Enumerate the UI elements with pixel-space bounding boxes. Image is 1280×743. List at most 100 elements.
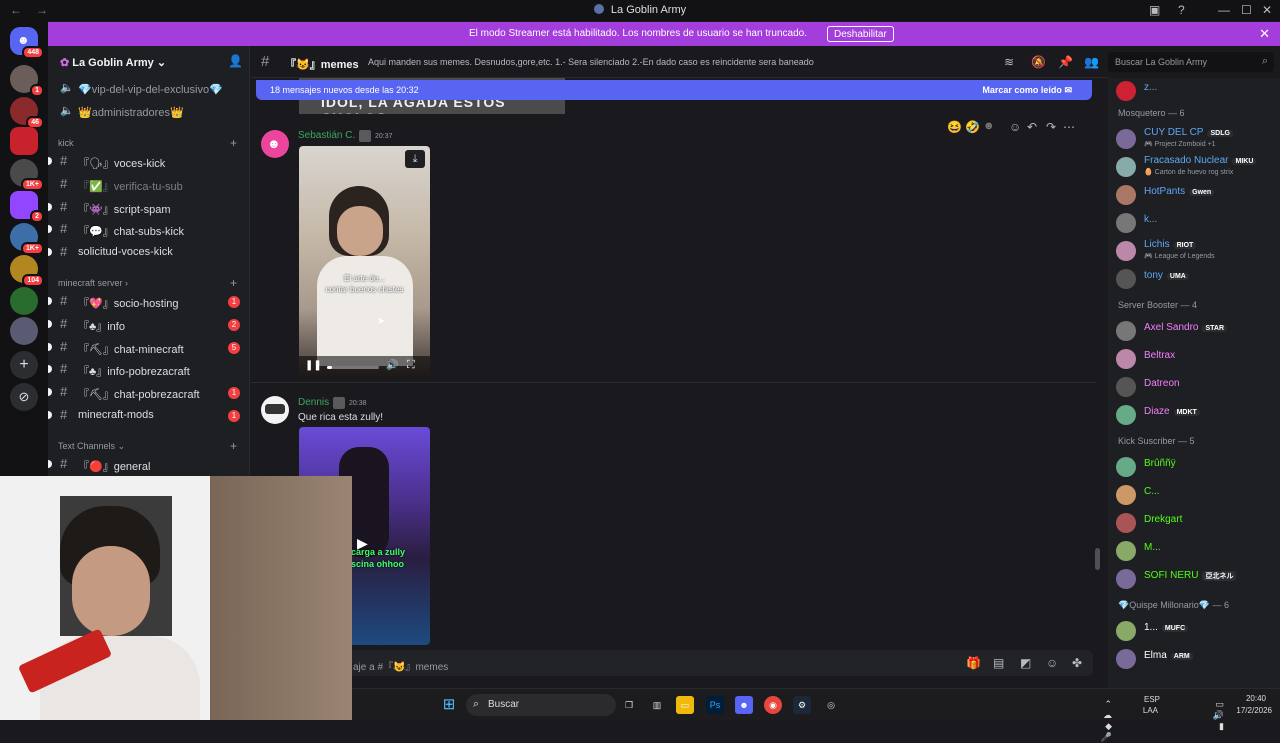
channel-general[interactable]: # 『🔴』general xyxy=(48,456,243,474)
volume-icon[interactable]: 🔊 xyxy=(386,360,398,371)
app-icon-2[interactable]: ◎ xyxy=(822,696,840,714)
clock-date[interactable]: 17/2/2026 xyxy=(1236,706,1272,715)
video-progress-bar[interactable] xyxy=(327,366,379,369)
category-kick[interactable]: kick + xyxy=(58,136,237,150)
member-item[interactable]: k... xyxy=(1108,210,1280,236)
member-item[interactable]: M... xyxy=(1108,538,1280,564)
pin-icon[interactable]: 📌 xyxy=(1058,55,1073,69)
add-channel-icon[interactable]: + xyxy=(230,439,237,453)
channel-verifica-tu-sub[interactable]: # 『✅』verifica-tu-sub xyxy=(58,176,243,194)
reaction-emoji-icon[interactable]: 😆 xyxy=(947,120,962,134)
server-icon-1[interactable]: 1 xyxy=(10,65,44,97)
category-text-channels[interactable]: Text Channels ⌄ + xyxy=(58,439,237,453)
server-icon-6[interactable]: 1K+ xyxy=(10,223,44,255)
channel-voces-kick[interactable]: # 『🗣』voces-kick xyxy=(48,153,243,171)
add-channel-icon[interactable]: + xyxy=(230,276,237,290)
chrome-icon[interactable]: ◉ xyxy=(764,696,782,714)
help-icon[interactable]: ? xyxy=(1178,3,1185,17)
disable-streamer-button[interactable]: Deshabilitar xyxy=(827,26,894,42)
server-name-dropdown[interactable]: ✿ La Goblin Army ⌄ xyxy=(60,56,166,69)
gift-icon[interactable]: 🎁 xyxy=(966,656,981,670)
steam-icon[interactable]: ⚙ xyxy=(793,696,811,714)
taskbar-search[interactable]: ⌕ Buscar xyxy=(466,694,616,716)
keyboard-layout[interactable]: LAA xyxy=(1143,706,1158,715)
more-icon[interactable]: ⋯ xyxy=(1063,120,1075,134)
member-item[interactable]: z... xyxy=(1108,78,1280,104)
close-window-icon[interactable]: ✕ xyxy=(1262,3,1272,17)
discord-icon[interactable]: ☻ xyxy=(735,696,753,714)
chat-scrollbar[interactable] xyxy=(1095,548,1100,570)
avatar[interactable]: ☻ xyxy=(261,130,289,158)
channel-minecraft-mods[interactable]: # minecraft-mods 1 xyxy=(48,407,243,425)
server-icon-3[interactable] xyxy=(10,127,38,155)
server-icon-7[interactable]: 104 xyxy=(10,255,44,287)
emoji-icon[interactable]: ☺ xyxy=(1046,656,1058,670)
mark-as-read-button[interactable]: Marcar como leído ✉ xyxy=(982,85,1072,96)
channel-vip[interactable]: 🔈 💎vip-del-vip-del-exclusivo💎 xyxy=(58,81,243,99)
channel-solicitud-voces-kick[interactable]: # solicitud-voces-kick xyxy=(48,244,243,262)
message-composer[interactable]: aje a #『😺』memes 🎁 ▤ ◩ ☺ ✤ xyxy=(263,650,1093,676)
add-server-icon[interactable]: + xyxy=(10,351,38,379)
add-reaction-icon[interactable]: ☺ xyxy=(1009,120,1021,134)
message-author[interactable]: Dennis xyxy=(298,397,329,408)
channel-admins[interactable]: 🔈 👑administradores👑 xyxy=(58,104,243,122)
server-icon-8[interactable] xyxy=(10,287,38,315)
channel-info-pobrezacraft[interactable]: # 『♣』info-pobrezacraft xyxy=(48,361,243,379)
search-input[interactable]: Buscar La Goblin Army ⌕ xyxy=(1108,52,1274,72)
member-item[interactable]: Datreon xyxy=(1108,374,1280,400)
minimize-icon[interactable]: — xyxy=(1218,3,1230,17)
channel-socio-hosting[interactable]: # 『💖』socio-hosting 1 xyxy=(48,293,243,311)
member-item[interactable]: CUY DEL CP SDLG 🎮 Project Zomboid +1 xyxy=(1108,126,1280,152)
member-item[interactable]: C... xyxy=(1108,482,1280,508)
new-messages-bar[interactable]: 18 mensajes nuevos desde las 20:32 Marca… xyxy=(256,80,1092,100)
pause-icon[interactable]: ❚❚ xyxy=(305,360,322,371)
reaction-emoji-icon[interactable]: 🤣 xyxy=(965,120,980,134)
member-item[interactable]: Lichis RIOT 🎮 League of Legends xyxy=(1108,238,1280,264)
notification-mute-icon[interactable]: 🔕 xyxy=(1031,55,1046,69)
server-icon-2[interactable]: 46 xyxy=(10,97,44,129)
avatar[interactable] xyxy=(261,396,289,424)
home-button[interactable]: ☻ 448 xyxy=(10,27,44,59)
member-item[interactable]: Axel Sandro STAR xyxy=(1108,318,1280,344)
message-author[interactable]: Sebastián C. xyxy=(298,130,355,141)
channel-chat-minecraft[interactable]: # 『⛏』chat-minecraft 5 xyxy=(48,339,243,357)
clock-time[interactable]: 20:40 xyxy=(1246,694,1266,703)
file-explorer-icon[interactable]: ▭ xyxy=(676,696,694,714)
discover-icon[interactable]: ⊘ xyxy=(10,383,38,411)
category-minecraft-server[interactable]: minecraft server › + xyxy=(58,276,237,290)
member-item[interactable]: HotPants Gwen xyxy=(1108,182,1280,208)
fullscreen-icon[interactable]: ⛶ xyxy=(407,359,415,372)
tray-icons[interactable]: ⌃ ☁ ◆ 🎤 xyxy=(1101,699,1112,743)
start-icon[interactable]: ⊞ xyxy=(440,696,458,714)
app-icon[interactable]: ▥ xyxy=(648,696,666,714)
member-item[interactable]: Beltrax xyxy=(1108,346,1280,372)
member-item[interactable]: Brûññÿ xyxy=(1108,454,1280,480)
member-item[interactable]: Elma ARM xyxy=(1108,646,1280,672)
maximize-icon[interactable]: ☐ xyxy=(1241,3,1252,17)
add-channel-icon[interactable]: + xyxy=(230,136,237,150)
member-item[interactable]: Drekgart xyxy=(1108,510,1280,536)
member-item[interactable]: SOFI NERU 亞北ネル xyxy=(1108,566,1280,592)
member-item[interactable]: Fracasado Nuclear MIKU 🥚 Carton de huevo r… xyxy=(1108,154,1280,180)
forward-icon[interactable]: ↷ xyxy=(1046,120,1056,134)
inbox-icon[interactable]: ▣ xyxy=(1149,3,1160,17)
sticker-icon[interactable]: ◩ xyxy=(1020,656,1031,670)
download-icon[interactable]: ⤓ xyxy=(405,150,425,168)
channel-script-spam[interactable]: # 『👾』script-spam xyxy=(48,199,243,217)
reaction-emoji-icon[interactable]: ☻ xyxy=(983,120,995,132)
close-icon[interactable]: ✕ xyxy=(1259,26,1270,42)
member-item[interactable]: 1... MUFC xyxy=(1108,618,1280,644)
channel-info[interactable]: # 『♣』info 2 xyxy=(48,316,243,334)
task-view-icon[interactable]: ❐ xyxy=(620,696,638,714)
channel-chat-subs-kick[interactable]: # 『💬』chat-subs-kick xyxy=(48,221,243,239)
member-item[interactable]: Diaze MDKT xyxy=(1108,402,1280,428)
threads-icon[interactable]: ≋ xyxy=(1004,55,1014,69)
gif-icon[interactable]: ▤ xyxy=(993,656,1004,670)
channel-chat-pobrezacraft[interactable]: # 『⛏』chat-pobrezacraft 1 xyxy=(48,384,243,402)
server-icon-5[interactable]: 2 xyxy=(10,191,44,223)
server-icon-9[interactable] xyxy=(10,317,38,345)
language-indicator[interactable]: ESP xyxy=(1144,695,1160,704)
apps-icon[interactable]: ✤ xyxy=(1072,656,1082,670)
member-list-icon[interactable]: 👥 xyxy=(1084,55,1099,69)
channel-topic[interactable]: Aqui manden sus memes. Desnudos,gore,etc… xyxy=(368,57,814,67)
